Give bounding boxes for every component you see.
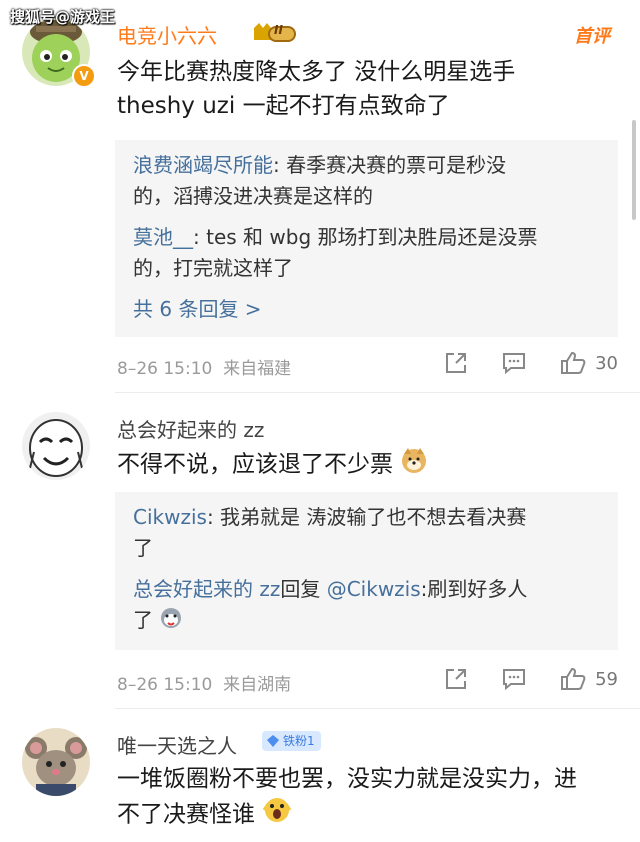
share-button[interactable] <box>443 666 469 692</box>
top-comment-label: 首评 <box>574 26 610 47</box>
reply-colon: : <box>273 153 287 177</box>
avatar[interactable] <box>22 728 90 796</box>
timestamp: 8–26 15:10 <box>117 675 213 695</box>
comment-meta: 8–26 15:10 来自湖南 <box>117 670 291 695</box>
reply-text: 了 <box>133 608 153 632</box>
comment-icon <box>503 353 526 375</box>
reply-text: 春季赛决赛的票可是秒没 <box>286 153 507 177</box>
comment-button[interactable] <box>501 350 527 376</box>
like-button[interactable]: 59 <box>559 666 618 692</box>
crown-icon: II <box>252 20 298 48</box>
comment-meta: 8–26 15:10 来自福建 <box>117 354 291 379</box>
commenter-name[interactable]: 电竞小六六 <box>117 20 217 49</box>
fan-badge: 铁粉1 <box>262 731 321 751</box>
comment-text-line: 不了决赛怪谁 <box>117 801 255 828</box>
comment-actions: 30 <box>411 350 618 376</box>
location: 来自湖南 <box>223 675 292 695</box>
reply-author[interactable]: 总会好起来的 zz <box>133 577 280 601</box>
share-icon <box>446 669 467 689</box>
reply[interactable]: 总会好起来的 zz回复 @Cikwzis:刷到好多人 了 <box>133 574 600 638</box>
comment-text-line: 一堆饭圈粉不要也罢，没实力就是没实力，进 <box>117 766 577 792</box>
reply[interactable]: 浪费涵竭尽所能: 春季赛决赛的票可是秒没 的，滔搏没进决赛是这样的 <box>133 150 600 212</box>
reply-author[interactable]: 莫池__ <box>133 225 193 249</box>
more-replies-link[interactable]: 共 6 条回复 > <box>133 294 600 325</box>
reply-text: 刷到好多人 <box>427 577 528 601</box>
divider <box>115 392 640 393</box>
screaming-emoji-icon <box>262 796 292 834</box>
commenter-name[interactable]: 唯一天选之人 <box>117 730 237 759</box>
comment-button[interactable] <box>501 666 527 692</box>
reply-text: 的，打完就这样了 <box>133 256 293 280</box>
reply-colon: : <box>193 225 207 249</box>
verified-badge: V <box>72 64 96 88</box>
comment-text-line: 今年比赛热度降太多了 没什么明星选手 <box>117 59 516 85</box>
reply-text: 的，滔搏没进决赛是这样的 <box>133 184 373 208</box>
commenter-name[interactable]: 总会好起来的 zz <box>117 414 264 443</box>
like-button[interactable]: 30 <box>559 350 618 376</box>
reply-colon: : <box>206 505 221 529</box>
watermark: 搜狐号@游戏王 <box>10 8 116 26</box>
comment-text: 不得不说，应该退了不少票 <box>117 446 620 484</box>
reply-box[interactable]: 浪费涵竭尽所能: 春季赛决赛的票可是秒没 的，滔搏没进决赛是这样的 莫池__: … <box>115 140 618 337</box>
husky-emoji-icon <box>159 605 183 638</box>
timestamp: 8–26 15:10 <box>117 359 213 379</box>
reply-word: 回复 <box>280 577 321 601</box>
thumbs-up-icon <box>561 351 586 374</box>
comment-icon <box>503 669 526 691</box>
doge-emoji-icon <box>400 446 428 484</box>
comment-text: 一堆饭圈粉不要也罢，没实力就是没实力，进 不了决赛怪谁 <box>117 762 620 834</box>
reply-text: 了 <box>133 536 153 560</box>
thumbs-up-icon <box>561 667 586 690</box>
comment-text-line: theshy uzi 一起不打有点致命了 <box>117 93 450 119</box>
reply-box[interactable]: Cikwzis: 我弟就是 涛波输了也不想去看决赛 了 总会好起来的 zz回复 … <box>115 492 618 650</box>
comment-actions: 59 <box>411 666 618 692</box>
like-count: 30 <box>595 352 618 374</box>
reply-author[interactable]: Cikwzis <box>133 505 207 529</box>
divider <box>115 708 640 709</box>
reply-author[interactable]: 浪费涵竭尽所能 <box>133 153 273 177</box>
share-icon <box>446 353 467 373</box>
reply-text: tes 和 wbg 那场打到决胜局还是没票 <box>206 225 538 249</box>
scrollbar[interactable] <box>632 120 636 220</box>
share-button[interactable] <box>443 350 469 376</box>
like-count: 59 <box>595 668 618 690</box>
comment-text-line: 不得不说，应该退了不少票 <box>117 451 393 478</box>
reply-text: 我弟就是 涛波输了也不想去看决赛 <box>220 505 527 529</box>
comment-text: 今年比赛热度降太多了 没什么明星选手 theshy uzi 一起不打有点致命了 <box>117 55 620 123</box>
reply[interactable]: 莫池__: tes 和 wbg 那场打到决胜局还是没票 的，打完就这样了 <box>133 222 600 284</box>
location: 来自福建 <box>223 359 292 379</box>
mention-link[interactable]: @Cikwzis <box>327 577 421 601</box>
diamond-icon <box>267 735 279 747</box>
level-badge: II <box>274 23 283 37</box>
reply[interactable]: Cikwzis: 我弟就是 涛波输了也不想去看决赛 了 <box>133 502 600 564</box>
fan-badge-label: 铁粉1 <box>283 734 315 748</box>
avatar[interactable] <box>22 412 90 480</box>
